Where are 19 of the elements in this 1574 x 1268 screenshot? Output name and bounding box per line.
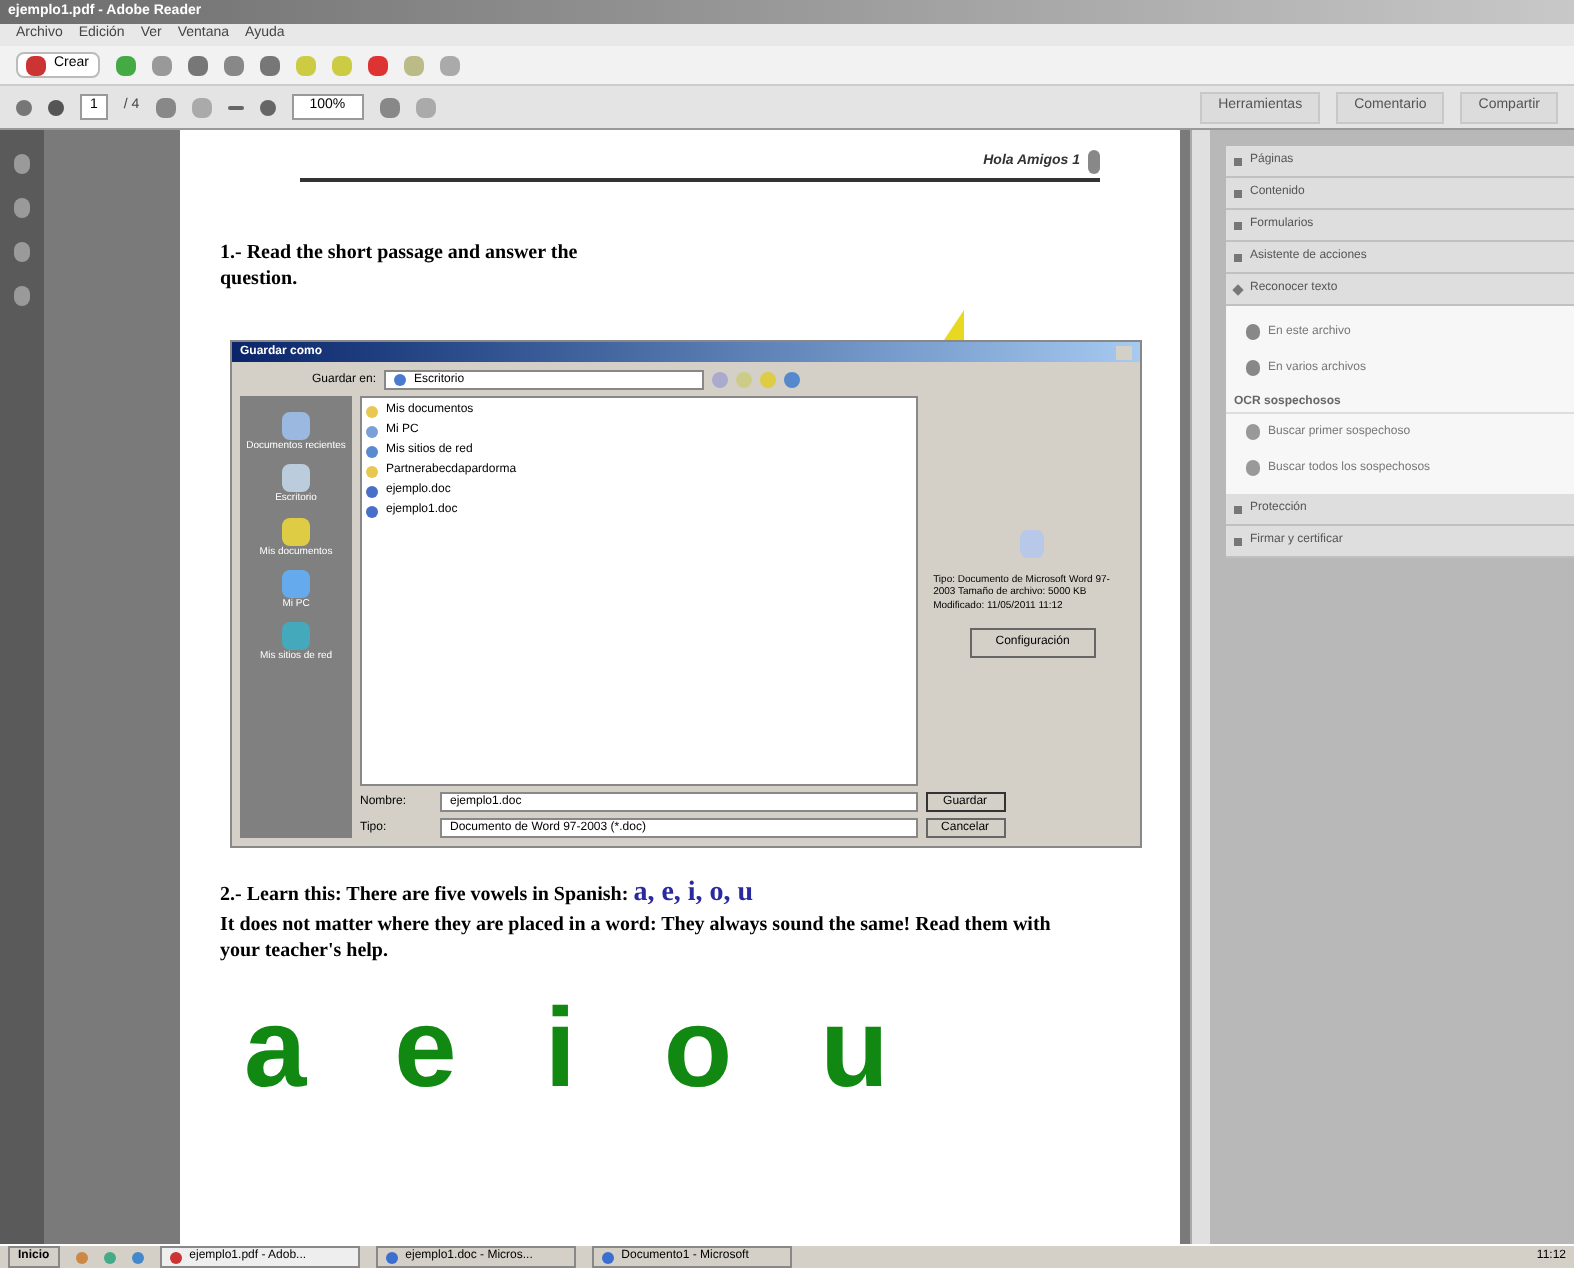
toolbar-icon <box>331 55 352 75</box>
question-text: 2.- Learn this: There are five vowels in Spanish: a, e, i, o, u <box>220 876 756 912</box>
vowel-letter: i <box>544 992 576 1104</box>
scrollbar[interactable] <box>1190 130 1210 1244</box>
toolbar-icon <box>403 55 424 75</box>
body-text: It does not matter where they are placed in a word: They always sound the same! Read them with your teacher's help. <box>220 914 1053 964</box>
toolbar-icon <box>223 55 244 75</box>
question-text: 1.- Read the short passage and answer the question. <box>220 242 580 292</box>
vowel-letter: a <box>244 992 307 1104</box>
toolbar-icon <box>115 55 136 75</box>
toolbar-icon <box>367 55 388 75</box>
toolbar-icon <box>439 55 460 75</box>
vowel-letter: o <box>663 992 733 1104</box>
vowel-letter: e <box>394 992 457 1104</box>
toolbar-icon <box>295 55 316 75</box>
toolbar-icon <box>151 55 172 75</box>
toolbar-icon <box>259 55 280 75</box>
toolbar-icon <box>187 55 208 75</box>
vowel-letter: u <box>820 992 889 1104</box>
